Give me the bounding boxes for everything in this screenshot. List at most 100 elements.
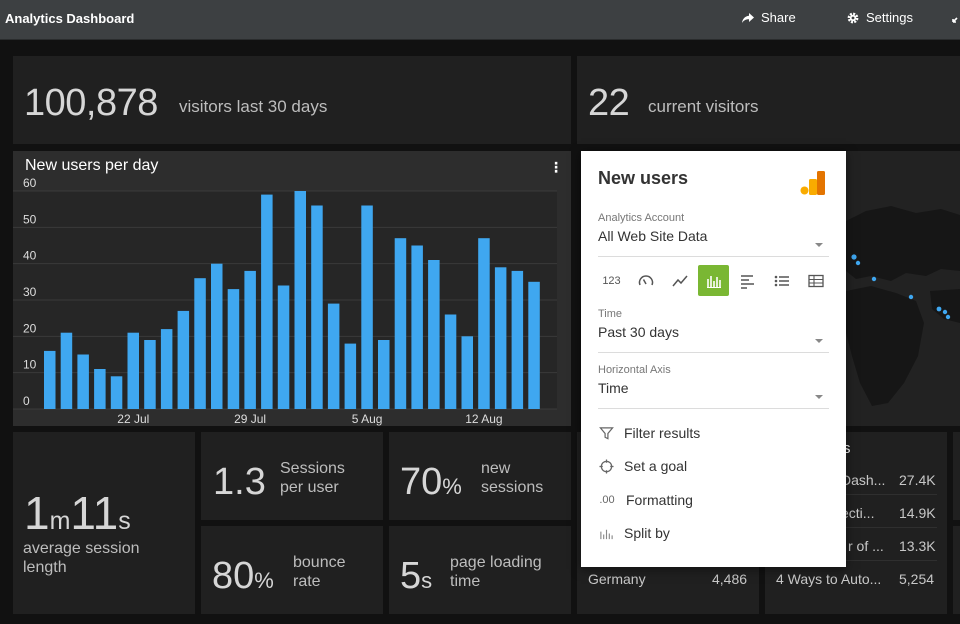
viz-table-button[interactable] bbox=[800, 265, 831, 296]
viz-list-button[interactable] bbox=[766, 265, 797, 296]
page-loading-number: 5 bbox=[400, 555, 422, 597]
table-icon bbox=[807, 274, 824, 287]
map-dot bbox=[871, 276, 877, 282]
field-underline bbox=[598, 352, 829, 353]
map-dot bbox=[945, 314, 951, 320]
new-sessions-tile[interactable]: 70% new sessions bbox=[389, 432, 571, 520]
partial-tile bbox=[953, 526, 960, 614]
top-bar: Analytics Dashboard Share Settings bbox=[0, 0, 960, 40]
chart-bar[interactable] bbox=[160, 329, 173, 409]
world-map-tile[interactable] bbox=[846, 151, 960, 426]
sessions-per-user-tile[interactable]: 1.3 Sessions per user bbox=[201, 432, 383, 520]
sessions-per-user-label-line-2: per user bbox=[280, 479, 339, 496]
page-name[interactable]: 4 Ways to Auto... bbox=[776, 571, 881, 587]
chart-bar[interactable] bbox=[511, 270, 524, 409]
chart-bar[interactable] bbox=[428, 260, 440, 409]
visitors-tile[interactable]: 100,878 visitors last 30 days bbox=[13, 56, 571, 144]
horizontal-axis-label: Horizontal Axis bbox=[598, 364, 671, 376]
chart-bar[interactable] bbox=[211, 263, 223, 409]
horizontal-axis-select[interactable]: Horizontal Axis Time bbox=[598, 364, 829, 409]
session-seconds: 11 bbox=[70, 487, 119, 539]
chevron-down-icon bbox=[815, 339, 823, 343]
chart-bar[interactable] bbox=[528, 281, 540, 409]
chart-bar[interactable] bbox=[461, 336, 474, 409]
time-select[interactable]: Time Past 30 days bbox=[598, 308, 829, 353]
analytics-account-select[interactable]: Analytics Account All Web Site Data bbox=[598, 212, 829, 257]
page-name[interactable]: Dash... bbox=[841, 472, 885, 488]
chart-bar[interactable] bbox=[478, 238, 490, 409]
filter-icon bbox=[598, 425, 614, 441]
formatting-label: Formatting bbox=[626, 492, 693, 508]
chart-bar[interactable] bbox=[177, 310, 190, 409]
viz-number-button[interactable]: 123 bbox=[596, 265, 627, 296]
time-label: Time bbox=[598, 308, 623, 320]
seconds-unit: s bbox=[421, 568, 433, 593]
viz-horizontal-bar-button[interactable] bbox=[732, 265, 763, 296]
settings-button[interactable]: Settings bbox=[846, 10, 913, 25]
chart-bar[interactable] bbox=[327, 303, 340, 409]
horizontal-bars-icon bbox=[740, 274, 754, 289]
percent-unit: % bbox=[442, 474, 462, 499]
share-label: Share bbox=[761, 10, 796, 25]
chart-bar[interactable] bbox=[60, 332, 73, 409]
y-tick-label: 0 bbox=[23, 394, 30, 408]
seconds-unit: s bbox=[118, 507, 131, 535]
chart-bar[interactable] bbox=[277, 285, 290, 410]
map-dot bbox=[942, 309, 948, 315]
target-icon bbox=[598, 458, 614, 474]
page-value: 14.9K bbox=[899, 505, 936, 521]
set-goal-item[interactable]: Set a goal bbox=[598, 458, 687, 474]
chart-bar[interactable] bbox=[311, 205, 323, 410]
sessions-per-user-label: Sessions per user bbox=[280, 459, 345, 497]
chart-bar[interactable] bbox=[361, 205, 373, 410]
chart-bar[interactable] bbox=[194, 278, 206, 409]
viz-line-button[interactable] bbox=[664, 265, 695, 296]
bar-chart-icon bbox=[706, 275, 721, 288]
chart-bar[interactable] bbox=[244, 270, 256, 409]
page-loading-tile[interactable]: 5s page loading time bbox=[389, 526, 571, 614]
chart-bar[interactable] bbox=[261, 194, 273, 409]
bounce-rate-tile[interactable]: 80% bounce rate bbox=[201, 526, 383, 614]
viz-gauge-button[interactable] bbox=[630, 265, 661, 296]
x-tick-label: 12 Aug bbox=[465, 412, 502, 426]
viz-bar-button[interactable] bbox=[698, 265, 729, 296]
map-dot bbox=[851, 254, 857, 260]
bounce-rate-number: 80 bbox=[212, 555, 255, 597]
current-visitors-tile[interactable]: 22 current visitors bbox=[577, 56, 960, 144]
chart-bar[interactable] bbox=[227, 289, 240, 409]
page-loading-label: page loading time bbox=[450, 553, 542, 591]
share-button[interactable]: Share bbox=[741, 10, 796, 25]
chart-bar[interactable] bbox=[378, 340, 390, 409]
chart-bar[interactable] bbox=[344, 343, 357, 409]
chart-bar[interactable] bbox=[127, 332, 140, 409]
y-tick-label: 20 bbox=[23, 321, 37, 335]
world-map bbox=[846, 206, 960, 406]
chart-bar[interactable] bbox=[144, 340, 156, 409]
chart-bar[interactable] bbox=[94, 369, 106, 409]
split-by-item[interactable]: Split by bbox=[598, 525, 670, 541]
chart-bar[interactable] bbox=[494, 267, 507, 409]
y-tick-label: 40 bbox=[23, 249, 37, 263]
new-sessions-label: new sessions bbox=[481, 459, 543, 497]
formatting-item[interactable]: .00 Formatting bbox=[598, 492, 693, 508]
new-users-chart-tile[interactable]: New users per day ⋮ 0 10 20 30 40 50 60 22 Jul 2… bbox=[13, 151, 571, 426]
popup-title: New users bbox=[598, 168, 689, 188]
field-underline bbox=[598, 256, 829, 257]
chart-bar[interactable] bbox=[77, 354, 89, 410]
filter-results-item[interactable]: Filter results bbox=[598, 425, 700, 441]
session-length-tile[interactable]: 1m11s average session length bbox=[13, 432, 195, 614]
chart-bar[interactable] bbox=[294, 191, 307, 409]
chart-bar[interactable] bbox=[394, 238, 407, 409]
page-loading-value: 5s bbox=[400, 555, 432, 598]
bounce-rate-value: 80% bbox=[212, 555, 274, 598]
chart-bar[interactable] bbox=[411, 245, 423, 410]
chart-bar[interactable] bbox=[44, 350, 56, 409]
chart-bar[interactable] bbox=[444, 314, 457, 410]
page-name[interactable]: r of ... bbox=[848, 538, 884, 554]
chart-bar[interactable] bbox=[110, 376, 123, 409]
fullscreen-button[interactable] bbox=[951, 10, 960, 24]
google-analytics-logo-icon bbox=[800, 171, 825, 195]
page-name[interactable]: ecti... bbox=[841, 505, 874, 521]
map-dot bbox=[936, 306, 942, 312]
gear-icon bbox=[847, 12, 859, 23]
